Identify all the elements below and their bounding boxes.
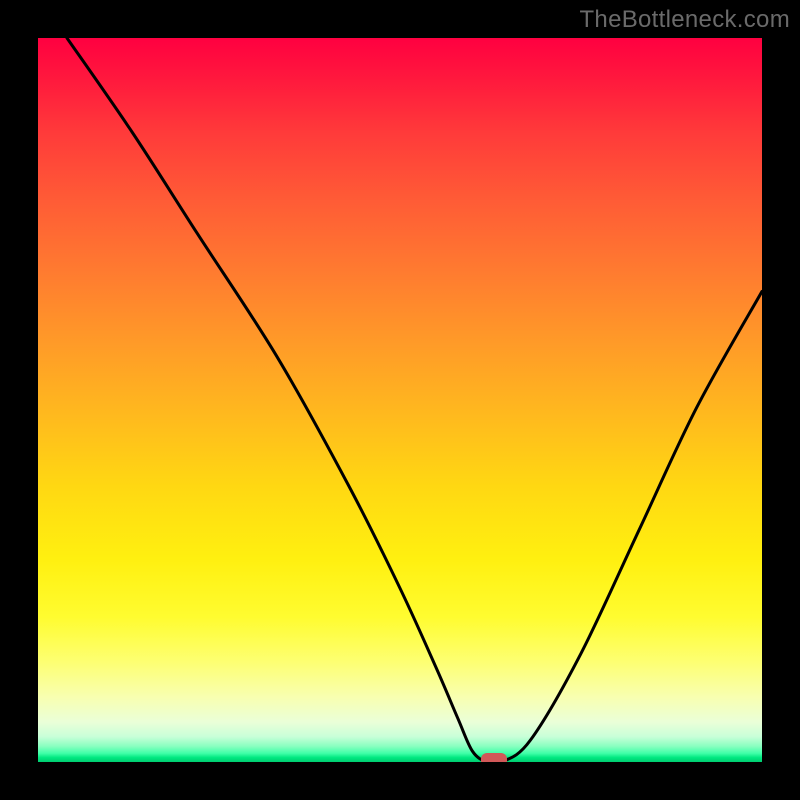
plot-area bbox=[38, 38, 762, 762]
watermark-text: TheBottleneck.com bbox=[579, 6, 790, 34]
optimum-marker bbox=[481, 753, 507, 762]
chart-frame: TheBottleneck.com bbox=[0, 0, 800, 800]
bottleneck-curve bbox=[38, 38, 762, 762]
